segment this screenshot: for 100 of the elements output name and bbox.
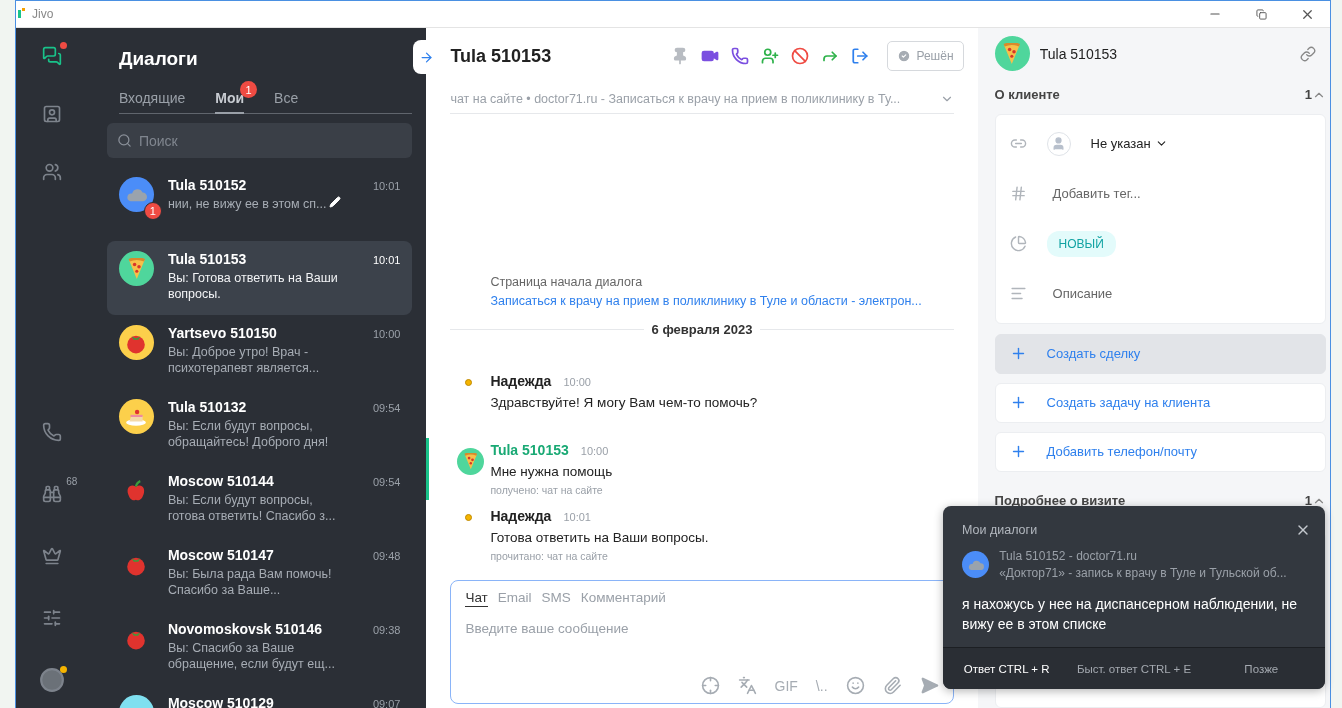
message-time: 09:38 (372, 624, 401, 636)
message-status: получено: чат на сайте (490, 484, 604, 496)
pizza-slice-icon (127, 257, 146, 280)
message-time: 10:00 (580, 445, 609, 457)
count-label: 68 (66, 476, 78, 487)
window-title: Jivo (32, 7, 54, 21)
description-field[interactable]: Описание (1052, 286, 1113, 302)
message-preview: Вы: Спасибо за Ваше обращение, если будут ещ... (167, 640, 336, 672)
chat-source: чат на сайте • doctor71.ru - Записаться к врачу на прием в поликлинику в Ту... (450, 91, 901, 106)
cloud-icon (125, 186, 148, 203)
paperclip-icon (882, 676, 902, 695)
settings-icon (42, 608, 63, 628)
origin-label: Страница начала диалога (490, 275, 644, 289)
search-icon (116, 133, 132, 148)
add-tag-field[interactable]: Добавить тег... (1052, 186, 1141, 202)
message-preview: Вы: Если будут вопросы, готова ответить! Спасибо з... (167, 492, 337, 524)
contact-name: Moscow 510147 (167, 547, 274, 563)
contact-name: Moscow 510129 (167, 695, 274, 708)
section-count: 1 (1304, 493, 1312, 509)
message-composer[interactable]: Чат Email SMS Комментарий Введите ваше сообщение GIF \.. (450, 580, 954, 704)
translate-icon (737, 676, 757, 695)
author-name: Надежда (490, 373, 552, 389)
crosshair-button[interactable] (700, 676, 720, 695)
dialog-item[interactable]: Tula 510153 10:01 Вы: Готова ответить на Ваши вопросы. (106, 241, 413, 315)
apple-icon (126, 479, 147, 502)
dialog-item[interactable]: Tula 510132 09:54 Вы: Если будут вопросы, обращайтесь! Доброго дня! (106, 389, 413, 463)
add-user-icon (761, 47, 780, 65)
send-button[interactable] (919, 676, 939, 695)
action-button[interactable]: Создать сделку (994, 333, 1326, 374)
profile-button[interactable] (37, 666, 68, 694)
action-button[interactable]: Создать задачу на клиента (994, 382, 1326, 423)
channel-tab[interactable]: Чат (465, 590, 488, 607)
translate-button[interactable] (737, 676, 757, 695)
message-time: 10:01 (563, 511, 591, 523)
dialog-item[interactable]: Moscow 510147 09:48 Вы: Была рада Вам помочь! Спасибо за Ваше... (106, 537, 413, 611)
notification-site: «Доктор71» - запись к врачу в Туле и Тульской об... (999, 566, 1287, 580)
contact-name: Tula 510152 (167, 177, 247, 193)
message-text: Здравствуйте! Я могу Вам чем-то помочь? (490, 395, 758, 410)
hash-icon (1009, 185, 1027, 203)
message-text: Готова ответить на Ваши вопросы. (490, 530, 709, 545)
crosshair-icon (700, 676, 720, 695)
link-button[interactable] (1300, 45, 1316, 62)
message-time: 09:54 (372, 476, 401, 488)
chat-title: Tula 510153 (450, 45, 552, 67)
smiley-icon (845, 676, 865, 695)
contact-name: Yartsevo 510150 (167, 325, 277, 341)
dialog-item[interactable]: Novomoskovsk 510146 09:38 Вы: Спасибо за Ваше обращение, если будут ещ... (106, 611, 413, 685)
action-button[interactable]: Добавить телефон/почту (994, 431, 1326, 472)
dialog-item[interactable]: Yartsevo 510150 10:00 Вы: Доброе утро! Врач - психотерапевт является... (106, 315, 413, 389)
message-time: 10:01 (372, 180, 401, 192)
exit-icon (851, 47, 870, 65)
author-name: Надежда (490, 508, 552, 524)
send-icon (919, 676, 939, 695)
phone-icon (731, 47, 750, 65)
binoculars-icon (42, 484, 63, 504)
block-icon (791, 47, 810, 65)
pie-chart-icon (1009, 235, 1027, 253)
app-logo-icon (18, 8, 26, 20)
section-header[interactable]: Подробнее о визите 1 (994, 493, 1326, 508)
section-count: 1 (1304, 87, 1312, 103)
section-title: О клиенте (994, 87, 1060, 103)
crown-icon (42, 546, 63, 566)
agent-dot (464, 379, 472, 386)
origin-link[interactable]: Записаться к врачу на прием в поликлинику в Туле и области - электрон... (490, 294, 978, 308)
message-preview: нии, не вижу ее в этом сп... (167, 196, 327, 212)
message-time: 10:01 (372, 254, 401, 266)
author-name: Tula 510153 (490, 442, 569, 458)
date-divider: 6 февраля 2023 (651, 322, 753, 337)
agent-dot (464, 514, 472, 521)
unread-badge: 1 (143, 202, 162, 220)
notification-action[interactable]: Позже (1197, 648, 1325, 689)
dialog-item[interactable]: Moscow 510129 09:07 (106, 685, 413, 708)
dialog-item[interactable]: 1 Tula 510152 10:01 нии, не вижу ее в этом сп... (106, 167, 413, 241)
message-time: 09:48 (372, 550, 401, 562)
phone-icon (42, 422, 63, 442)
message-text: Мне нужна помощь (490, 464, 613, 479)
search-input[interactable]: Поиск (138, 132, 403, 149)
check-icon (897, 49, 912, 63)
contact-dropdown[interactable]: Не указан (1090, 136, 1168, 152)
user-avatar-icon (39, 667, 66, 693)
client-name: Tula 510153 (1039, 45, 1118, 62)
contact-name: Novomoskovsk 510146 (167, 621, 322, 637)
search-field[interactable]: Поиск (106, 123, 413, 158)
message-preview: Вы: Была рада Вам помочь! Спасибо за Ваше... (167, 566, 333, 598)
dialog-item[interactable]: Moscow 510144 09:54 Вы: Если будут вопросы, готова ответить! Спасибо з... (106, 463, 413, 537)
dialog-tab[interactable]: Все (274, 90, 299, 114)
dialog-tab[interactable]: Входящие (118, 90, 186, 114)
paperclip-button[interactable] (882, 676, 902, 695)
contact-name: Tula 510153 (167, 251, 247, 267)
notification-title: Мои диалоги (962, 523, 1038, 537)
section-title: Подробнее о визите (994, 493, 1126, 509)
people-icon (42, 162, 63, 182)
section-header[interactable]: О клиенте 1 (994, 87, 1326, 102)
message-preview: Вы: Если будут вопросы, обращайтесь! Доброго дня! (167, 418, 330, 450)
message-time: 09:54 (372, 402, 401, 414)
contact-name: Moscow 510144 (167, 473, 274, 489)
notification-action[interactable]: Быст. ответ CTRL + E (1070, 648, 1198, 689)
pizza-slice-icon (1003, 42, 1021, 65)
smiley-button[interactable] (845, 676, 865, 695)
chat-bubbles-icon (42, 46, 63, 66)
